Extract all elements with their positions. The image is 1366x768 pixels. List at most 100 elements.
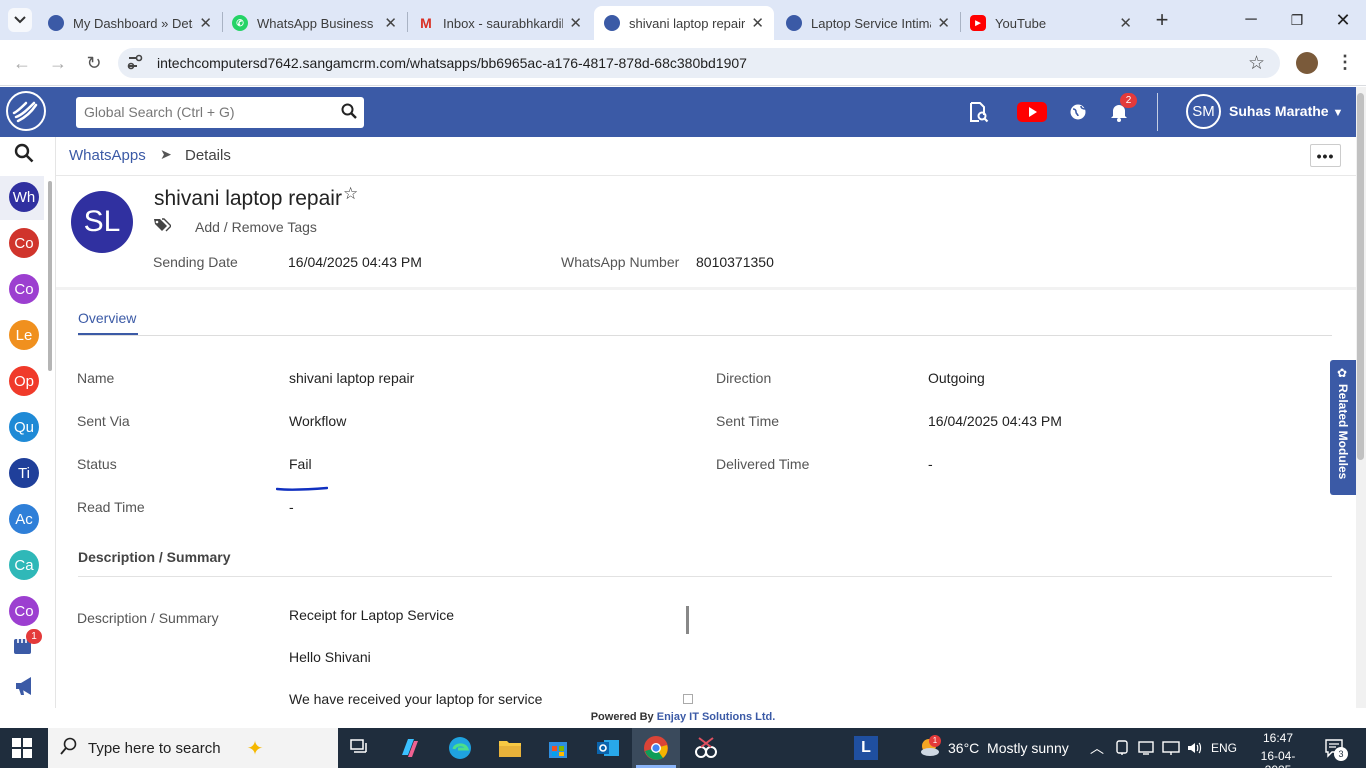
clock-date: 16-04-2025	[1260, 749, 1296, 768]
chrome-icon[interactable]	[642, 734, 670, 762]
weather-text[interactable]: 36°C Mostly sunny	[948, 740, 1069, 756]
description-line: We have received your laptop for service	[289, 691, 543, 707]
close-icon: ✕	[1335, 9, 1351, 30]
browser-tab-active[interactable]: shivani laptop repair ✕	[594, 6, 774, 40]
megaphone-icon[interactable]	[13, 675, 37, 697]
globe-icon[interactable]	[1067, 100, 1089, 124]
site-settings-icon[interactable]	[126, 53, 146, 73]
reload-icon: ↻	[86, 52, 102, 73]
task-view-icon[interactable]	[346, 734, 374, 762]
crm-icon	[604, 15, 620, 31]
network-icon[interactable]	[1162, 740, 1180, 756]
browser-tab[interactable]: Laptop Service Intima ✕	[776, 6, 960, 40]
search-icon[interactable]	[341, 103, 357, 119]
youtube-button[interactable]	[1016, 100, 1048, 124]
status-annotation-underline	[275, 480, 329, 491]
rail-module-item[interactable]: Co	[9, 228, 39, 258]
rail-module-item[interactable]: Op	[9, 366, 39, 396]
more-actions-button[interactable]: •••	[1310, 144, 1341, 167]
page-scrollbar-thumb[interactable]	[1357, 93, 1364, 460]
close-window-button[interactable]: ✕	[1320, 0, 1366, 40]
browser-tab[interactable]: ✆ WhatsApp Business ✕	[222, 6, 407, 40]
description-scrollbar[interactable]	[686, 606, 689, 634]
rail-module-item[interactable]: Qu	[9, 412, 39, 442]
back-button[interactable]: ←	[8, 49, 36, 77]
favorite-star-icon[interactable]: ☆	[343, 184, 358, 204]
arrow-right-icon: →	[49, 52, 67, 73]
clock[interactable]: 16:47 16-04-2025	[1248, 731, 1308, 768]
outlook-icon[interactable]	[594, 734, 622, 762]
rail-module-item[interactable]: Ca	[9, 550, 39, 580]
user-menu[interactable]: Suhas Marathe ▼	[1229, 103, 1343, 119]
tab-search-button[interactable]	[8, 8, 32, 32]
browser-tab[interactable]: M Inbox - saurabhkardil ✕	[408, 6, 592, 40]
app-logo[interactable]	[6, 91, 46, 131]
add-remove-tags-link[interactable]: Add / Remove Tags	[195, 219, 317, 235]
snipping-tool-icon[interactable]	[692, 734, 720, 762]
rail-search-icon[interactable]	[14, 143, 36, 165]
forward-button[interactable]: →	[44, 49, 72, 77]
rail-module-item[interactable]: Le	[9, 320, 39, 350]
crm-icon	[786, 15, 802, 31]
edge-icon[interactable]	[446, 734, 474, 762]
display-icon[interactable]	[1138, 740, 1154, 756]
rail-module-item[interactable]: Co	[9, 596, 39, 626]
profile-avatar[interactable]	[1296, 52, 1318, 74]
volume-icon[interactable]	[1186, 740, 1202, 756]
tab-title: shivani laptop repair	[629, 15, 746, 31]
rail-scrollbar[interactable]	[48, 181, 52, 371]
delivered-time-value: -	[928, 456, 933, 472]
store-icon[interactable]	[544, 734, 572, 762]
rail-module-item[interactable]: Ti	[9, 458, 39, 488]
tab-title: Laptop Service Intima	[811, 15, 932, 31]
more-horizontal-icon: •••	[1316, 147, 1335, 164]
minimize-button[interactable]: ─	[1228, 0, 1274, 40]
resize-grip-icon[interactable]	[683, 694, 693, 704]
user-avatar[interactable]: SM	[1186, 94, 1221, 129]
copilot-icon[interactable]	[396, 734, 424, 762]
chevron-down-icon	[14, 16, 26, 24]
meet-icon[interactable]	[1115, 740, 1129, 756]
rail-module-item[interactable]: Wh	[9, 182, 39, 212]
tab-title: Inbox - saurabhkardil	[443, 15, 564, 31]
close-icon[interactable]: ✕	[937, 14, 950, 32]
file-explorer-icon[interactable]	[496, 734, 524, 762]
taskbar-search-box[interactable]: Type here to search ✦	[48, 728, 338, 768]
browser-tab[interactable]: ▶ YouTube ✕	[960, 6, 1142, 40]
maximize-button[interactable]: ❐	[1274, 0, 1320, 40]
chevron-up-icon[interactable]: ︿	[1090, 738, 1104, 758]
related-modules-tab[interactable]: ✿ Related Modules	[1330, 360, 1356, 495]
close-icon[interactable]: ✕	[199, 14, 212, 32]
sent-via-label: Sent Via	[77, 413, 130, 429]
close-icon[interactable]: ✕	[751, 14, 764, 32]
close-icon[interactable]: ✕	[1119, 14, 1132, 32]
arrow-left-icon: ←	[13, 52, 31, 73]
kebab-menu-icon[interactable]: ⋮	[1336, 52, 1354, 73]
rail-module-item[interactable]: Co	[9, 274, 39, 304]
windows-start-icon[interactable]	[12, 738, 34, 758]
plus-icon: +	[1155, 7, 1169, 32]
new-tab-button[interactable]: +	[1148, 6, 1176, 34]
browser-tab[interactable]: My Dashboard » Deta ✕	[38, 6, 222, 40]
url-text[interactable]: intechcomputersd7642.sangamcrm.com/whats…	[157, 55, 747, 71]
notification-center-badge: 3	[1334, 747, 1348, 761]
bookmark-star-icon[interactable]: ☆	[1248, 52, 1265, 75]
search-icon	[60, 737, 78, 759]
breadcrumb-module-link[interactable]: WhatsApps	[69, 147, 146, 164]
tab-overview[interactable]: Overview	[78, 310, 136, 326]
youtube-icon: ▶	[970, 15, 986, 31]
reload-button[interactable]: ↻	[80, 49, 108, 77]
close-icon[interactable]: ✕	[569, 14, 582, 32]
document-search-icon[interactable]	[966, 100, 990, 124]
rail-module-item[interactable]: Ac	[9, 504, 39, 534]
user-name: Suhas Marathe	[1229, 103, 1329, 119]
whatsapp-number-value: 8010371350	[696, 254, 774, 270]
app-l-icon[interactable]: L	[854, 736, 878, 760]
tags-icon	[153, 218, 172, 235]
tab-title: YouTube	[995, 15, 1047, 31]
breadcrumb-bar	[56, 137, 1356, 176]
footer-company-link[interactable]: Enjay IT Solutions Ltd.	[657, 711, 776, 723]
language-indicator[interactable]: ENG	[1211, 741, 1237, 755]
global-search-input[interactable]: Global Search (Ctrl + G)	[76, 97, 364, 128]
close-icon[interactable]: ✕	[384, 14, 397, 32]
